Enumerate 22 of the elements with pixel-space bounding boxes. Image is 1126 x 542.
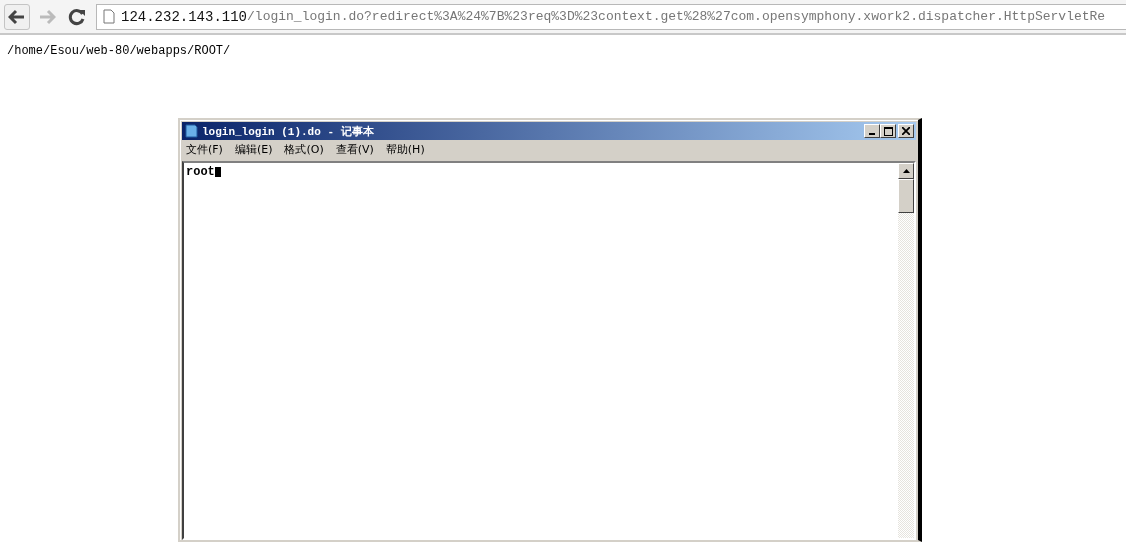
back-arrow-icon bbox=[8, 8, 26, 25]
scroll-thumb[interactable] bbox=[898, 179, 914, 213]
minimize-button[interactable] bbox=[864, 124, 880, 138]
text-cursor bbox=[214, 167, 221, 177]
menu-item[interactable]: 文件(F) bbox=[186, 142, 223, 157]
menu-item[interactable]: 查看(V) bbox=[335, 142, 374, 157]
window-title: login_login (1).do - 记事本 bbox=[202, 124, 374, 139]
menu-item[interactable]: 编辑(E) bbox=[234, 142, 273, 157]
page-text: /home/Esou/web-80/webapps/ROOT/ bbox=[6, 43, 232, 60]
scroll-bar[interactable] bbox=[898, 163, 914, 538]
notepad-icon bbox=[185, 124, 198, 138]
page-icon bbox=[103, 9, 115, 24]
scroll-up-icon[interactable] bbox=[898, 163, 914, 179]
close-icon bbox=[902, 127, 910, 135]
address-bar[interactable]: 124.232.143.110/login_login.do?redirect%3A%24%7B%23req%3D%23context.get%28%27com.opensymphony.xwork2.dispatcher.HttpServletRe bbox=[96, 3, 1126, 30]
back-button[interactable] bbox=[4, 3, 30, 30]
close-button[interactable] bbox=[898, 124, 914, 138]
maximize-button[interactable] bbox=[880, 124, 896, 138]
maximize-icon bbox=[883, 126, 893, 136]
menu-item[interactable]: 帮助(H) bbox=[385, 142, 425, 157]
file-content: root bbox=[186, 165, 215, 179]
menu-item[interactable]: 格式(O) bbox=[284, 142, 324, 157]
